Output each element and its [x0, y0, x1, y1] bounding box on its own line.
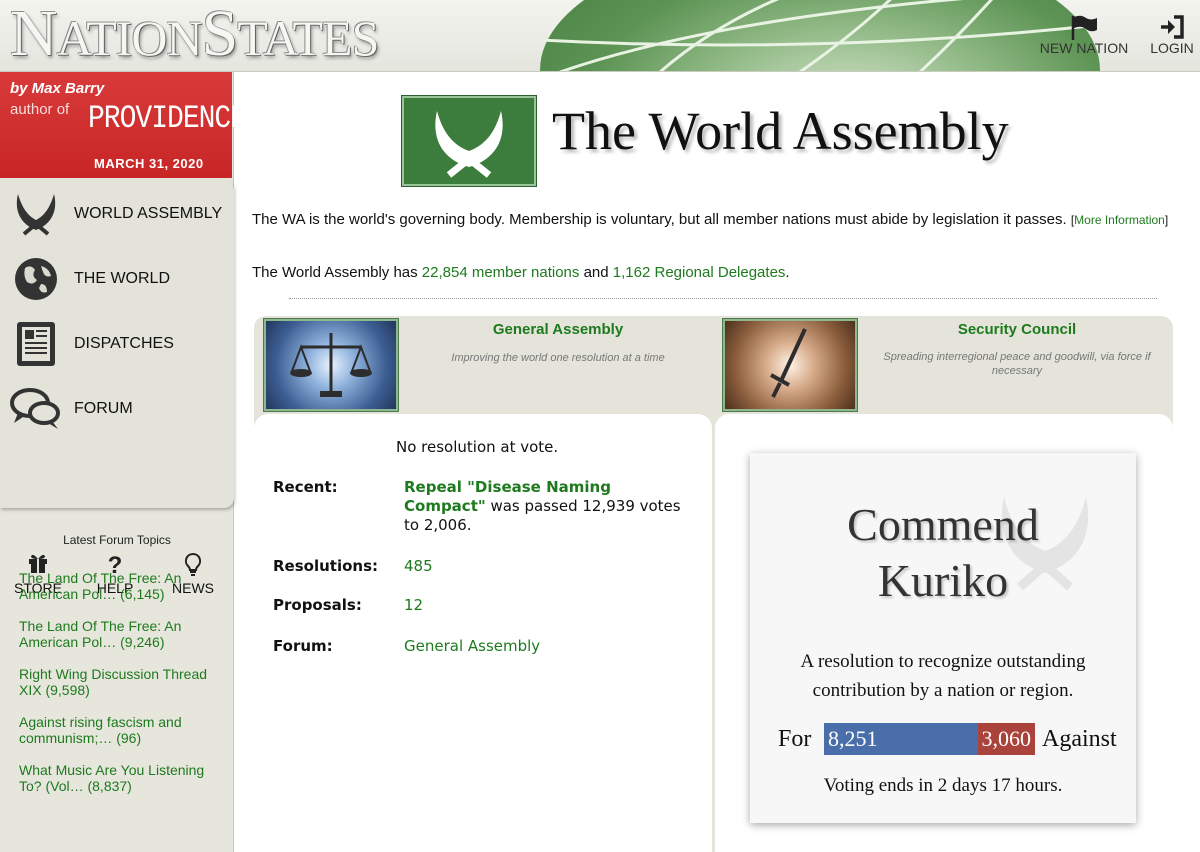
ga-vote-status: No resolution at vote. — [396, 438, 559, 456]
nav-label: FORUM — [74, 400, 133, 417]
world-assembly-emblem — [402, 96, 536, 186]
nav-the-world[interactable]: THE WORLD — [10, 251, 230, 307]
sc-resolution-description: A resolution to recognize outstanding co… — [800, 651, 1086, 701]
regional-delegates-link[interactable]: 1,162 Regional Delegates — [613, 264, 786, 281]
nav-world-assembly[interactable]: WORLD ASSEMBLY — [10, 186, 230, 242]
sc-resolution-title-line: Kuriko — [877, 555, 1009, 606]
forum-topic-text: The Land Of The Free: An — [19, 618, 182, 634]
scales-icon — [290, 333, 372, 397]
recent-value: Repeal "Disease Naming Compact" was pass… — [404, 478, 684, 535]
forum-topic-link[interactable]: The Land Of The Free: An American Pol… (9… — [19, 618, 224, 650]
logo-text: TATES — [237, 10, 379, 66]
globe-gridlines — [540, 0, 1100, 71]
against-votes-bar: 3,060 — [977, 723, 1035, 755]
sc-resolution-card[interactable]: Commend Kuriko A resolution to recognize… — [750, 453, 1136, 823]
resolutions-count-link[interactable]: 485 — [404, 557, 684, 576]
sc-resolution-title-line: Commend — [847, 499, 1039, 550]
wa-stats: The World Assembly has 22,854 member nat… — [252, 264, 790, 281]
flag-icon — [1038, 14, 1130, 40]
general-assembly-link[interactable]: General Assembly — [420, 321, 696, 338]
banner-byline: by Max Barry — [10, 80, 105, 97]
forum-topic-text: XIX (9,598) — [19, 682, 90, 698]
wa-laurel-icon — [435, 111, 503, 178]
nav-dispatches[interactable]: DISPATCHES — [10, 316, 230, 372]
divider — [289, 298, 1157, 299]
forum-topic-text: What Music Are You Listening — [19, 762, 205, 778]
wa-intro: The WA is the world's governing body. Me… — [252, 210, 1187, 230]
member-nations-link[interactable]: 22,854 member nations — [422, 264, 580, 281]
newspaper-icon — [10, 319, 62, 369]
login-icon — [1144, 14, 1200, 40]
login-label: LOGIN — [1150, 40, 1194, 56]
for-label: For — [778, 726, 812, 752]
vote-bar: 8,251 3,060 — [824, 723, 1035, 755]
more-information-link[interactable]: More Information — [1074, 213, 1165, 227]
proposals-count-link[interactable]: 12 — [404, 596, 684, 615]
intro-text: The WA is the world's governing body. Me… — [252, 211, 1067, 228]
security-council-subtitle: Spreading interregional peace and goodwi… — [883, 351, 1151, 377]
logo-text: S — [201, 0, 239, 70]
forum-topic-text: The Land Of The Free: An — [19, 570, 182, 586]
security-council-link[interactable]: Security Council — [878, 321, 1156, 338]
forum-topic-link[interactable]: The Land Of The Free: An American Pol… (6… — [19, 570, 224, 602]
main-navigation: WORLD ASSEMBLY THE WORLD DISPATCHES FORU… — [0, 180, 234, 596]
recent-label: Recent: — [273, 478, 338, 496]
resolutions-label: Resolutions: — [273, 557, 378, 575]
general-assembly-image[interactable] — [264, 319, 398, 411]
vote-tally: For 8,251 3,060 Against — [750, 723, 1136, 755]
forum-topic-text: American Pol… (6,145) — [19, 586, 165, 602]
site-header: NATIONSTATES NEW NATION LOGIN — [0, 0, 1200, 72]
login-button[interactable]: LOGIN — [1144, 14, 1200, 56]
providence-banner[interactable]: by Max Barry author of PROVIDENCE MARCH … — [0, 72, 247, 178]
speech-bubbles-icon — [10, 384, 62, 434]
nav-label: THE WORLD — [74, 270, 170, 287]
sc-resolution-title: Commend Kuriko — [750, 497, 1136, 609]
new-nation-label: NEW NATION — [1039, 40, 1129, 56]
banner-author-of: author of — [10, 101, 70, 118]
general-assembly-subtitle: Improving the world one resolution at a … — [451, 352, 665, 364]
logo-text: N — [10, 0, 58, 70]
sword-icon — [770, 328, 807, 398]
banner-book-title: PROVIDENCE — [88, 101, 247, 138]
bracket-close: ] — [1164, 213, 1169, 227]
globe-icon — [10, 254, 62, 304]
stats-text: and — [583, 264, 609, 281]
forum-topic-link[interactable]: Right Wing Discussion Thread XIX (9,598) — [19, 666, 224, 698]
forum-topic-text: communism;… (96) — [19, 730, 142, 746]
ga-forum-link[interactable]: General Assembly — [404, 637, 684, 656]
banner-date: MARCH 31, 2020 — [94, 156, 204, 171]
page-title: The World Assembly — [552, 101, 1009, 161]
stats-text: The World Assembly has — [252, 264, 418, 281]
for-votes-bar: 8,251 — [824, 723, 978, 755]
forum-topic-text: Against rising fascism and — [19, 714, 182, 730]
forum-label: Forum: — [273, 637, 333, 655]
forum-topic-link[interactable]: What Music Are You Listening To? (Vol… (8… — [19, 762, 224, 794]
forum-topic-link[interactable]: Against rising fascism and communism;… (9… — [19, 714, 224, 746]
logo-text: ATION — [56, 10, 203, 66]
voting-ends-text: Voting ends in 2 days 17 hours. — [823, 775, 1063, 796]
forum-topic-text: American Pol… (9,246) — [19, 634, 165, 650]
latest-forum-topics-heading: Latest Forum Topics — [63, 533, 171, 547]
security-council-image[interactable] — [723, 319, 857, 411]
new-nation-button[interactable]: NEW NATION — [1038, 14, 1130, 56]
nav-forum[interactable]: FORUM — [10, 381, 230, 437]
world-assembly-icon — [10, 189, 62, 239]
nationstates-logo[interactable]: NATIONSTATES — [10, 0, 379, 70]
forum-topic-text: Right Wing Discussion Thread — [19, 666, 208, 682]
stats-text: . — [785, 264, 790, 281]
nav-label: WORLD ASSEMBLY — [74, 205, 223, 222]
against-label: Against — [1042, 726, 1117, 752]
forum-topic-text: To? (Vol… (8,837) — [19, 778, 132, 794]
nav-label: DISPATCHES — [74, 335, 174, 352]
sidebar: by Max Barry author of PROVIDENCE MARCH … — [0, 72, 247, 852]
proposals-label: Proposals: — [273, 596, 362, 614]
